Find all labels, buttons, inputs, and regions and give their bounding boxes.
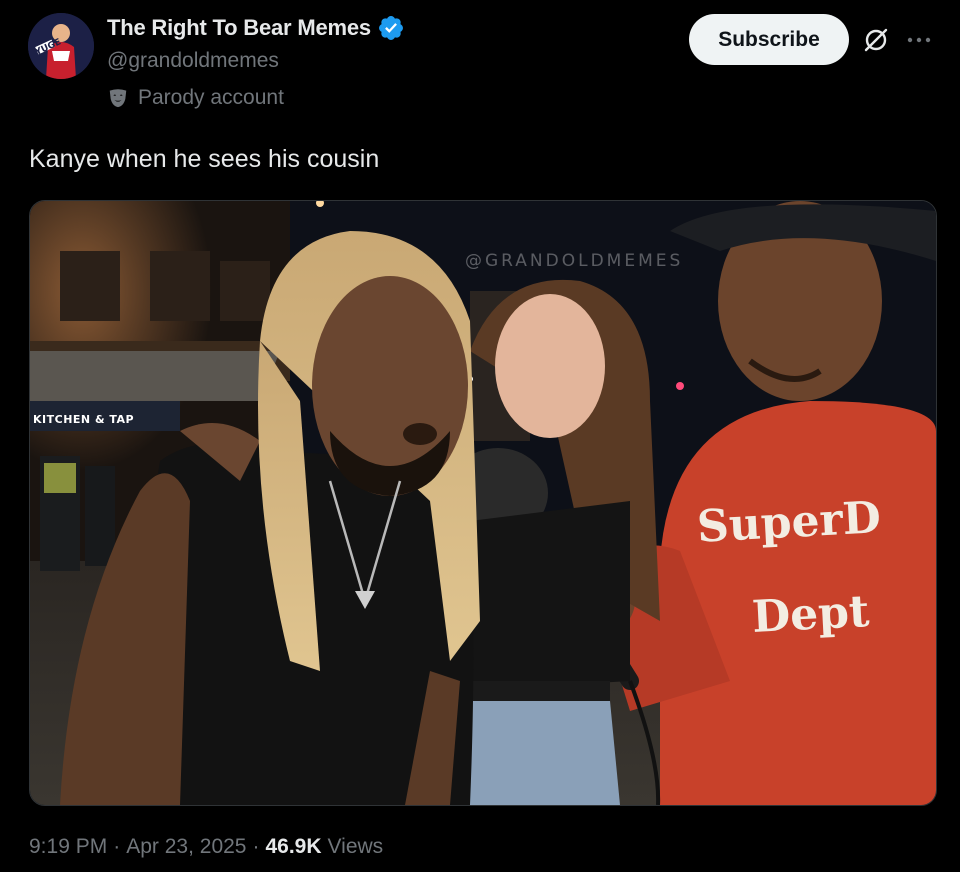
meta-separator: · (113, 835, 121, 858)
avatar[interactable]: YUGE (28, 13, 94, 79)
parody-account-label: Parody account (138, 86, 284, 109)
grok-icon[interactable] (862, 26, 890, 54)
views-label: Views (327, 835, 384, 858)
meta-separator: · (252, 835, 260, 858)
parody-badge: Parody account (107, 86, 284, 110)
theater-mask-icon (109, 89, 127, 108)
storefront-sign: KITCHEN & TAP (33, 413, 135, 426)
verified-badge-icon (378, 16, 403, 40)
subscribe-button[interactable]: Subscribe (689, 14, 849, 65)
image-watermark: @GRANDOLDMEMES (465, 251, 684, 271)
author-name-row[interactable]: The Right To Bear Memes (107, 14, 405, 42)
author-handle[interactable]: @grandoldmemes (107, 49, 279, 73)
hoodie-text-line2: Dept (750, 585, 871, 644)
tweet-date[interactable]: Apr 23, 2025 (126, 835, 246, 859)
tweet-text: Kanye when he sees his cousin (29, 145, 380, 173)
tweet-meta: 9:19 PM · Apr 23, 2025 · 46.9K Views (29, 835, 383, 859)
tweet-image[interactable]: @GRANDOLDMEMES KITCHEN & TAP SuperD Dept (29, 200, 937, 806)
hoodie-text-line1: SuperD (695, 492, 883, 553)
more-options-icon[interactable] (905, 30, 933, 50)
tweet-time[interactable]: 9:19 PM (29, 835, 107, 859)
views-count: 46.9K (265, 835, 322, 858)
author-display-name[interactable]: The Right To Bear Memes (107, 15, 371, 41)
